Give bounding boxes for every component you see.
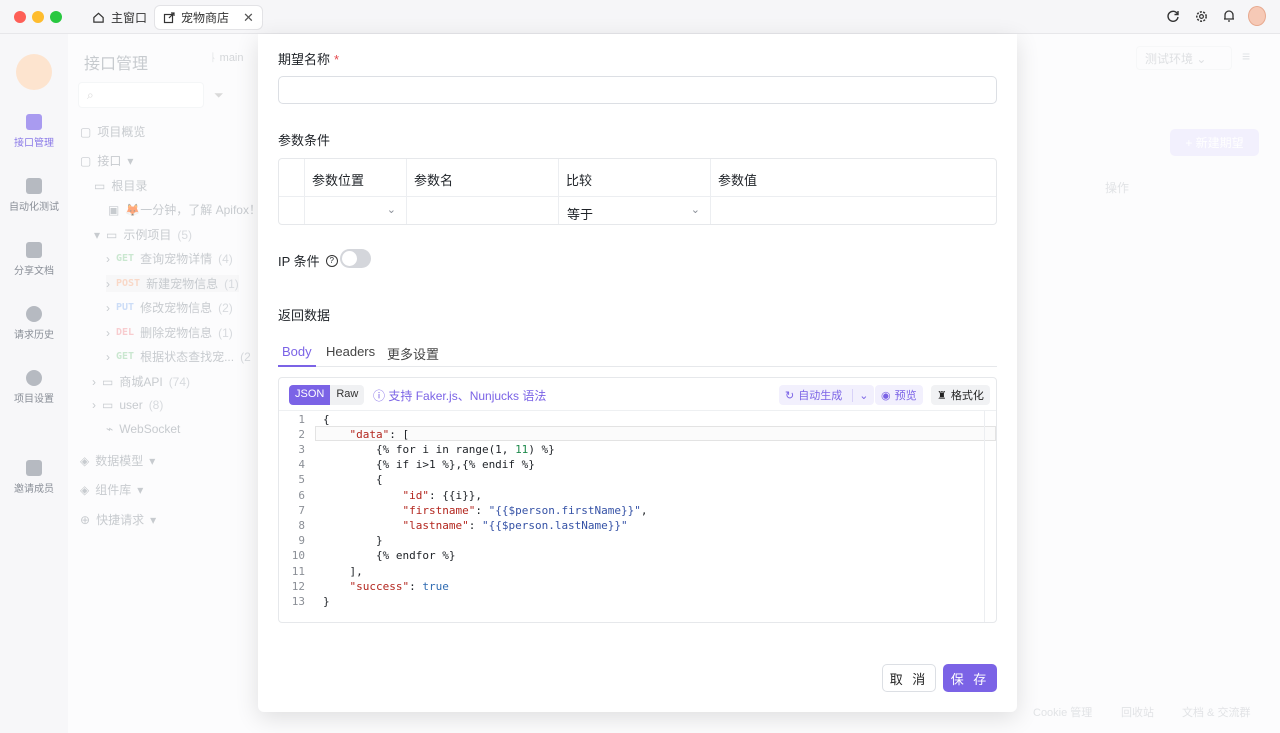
- clock-icon: [26, 306, 42, 322]
- tab-label: 宠物商店: [181, 11, 230, 25]
- add-user-icon: [26, 460, 42, 476]
- line-number: 3: [298, 443, 305, 456]
- tab-main-window[interactable]: 主窗口: [84, 5, 155, 30]
- code-line: {: [323, 413, 330, 426]
- rail-item-api-management[interactable]: 接口管理: [0, 114, 68, 149]
- rail-item-request-history[interactable]: 请求历史: [0, 306, 68, 341]
- tab-pet-store[interactable]: 宠物商店 ✕: [154, 5, 263, 30]
- external-link-icon: [163, 11, 175, 23]
- code-line: "success": true: [349, 580, 449, 593]
- chevron-down-icon: ⌄: [386, 204, 396, 216]
- response-tabs: Body Headers 更多设置: [278, 340, 997, 367]
- ip-condition-toggle[interactable]: [340, 249, 371, 268]
- help-icon: ⓘ: [373, 389, 386, 403]
- line-number: 5: [298, 473, 305, 486]
- header-param-value: 参数值: [718, 173, 758, 188]
- line-number: 4: [298, 458, 305, 471]
- param-conditions-label: 参数条件: [278, 133, 331, 148]
- code-line: "data": [: [349, 428, 410, 441]
- rail-item-automation-test[interactable]: 自动化测试: [0, 178, 68, 213]
- tab-headers[interactable]: Headers: [326, 344, 375, 359]
- mode-raw-button[interactable]: Raw: [330, 385, 365, 405]
- code-line: }: [323, 534, 383, 547]
- title-bar: 主窗口 宠物商店 ✕: [0, 0, 1280, 34]
- code-line: }: [323, 595, 330, 608]
- code-line: {% for i in range(1, 11) %}: [323, 443, 555, 456]
- param-value-input[interactable]: [711, 197, 996, 224]
- minimize-window-button[interactable]: [32, 11, 44, 23]
- format-button[interactable]: ♜ 格式化: [931, 385, 990, 405]
- close-tab-icon[interactable]: ✕: [243, 10, 254, 26]
- user-avatar[interactable]: [1248, 6, 1266, 26]
- brush-icon: ♜: [937, 389, 947, 402]
- refresh-icon: ↻: [785, 389, 795, 402]
- expectation-name-label: 期望名称 *: [278, 52, 340, 67]
- refresh-icon[interactable]: [1164, 7, 1182, 25]
- help-icon[interactable]: ?: [325, 254, 338, 267]
- current-line-highlight: [315, 426, 996, 441]
- book-icon: [26, 242, 42, 258]
- apifox-logo: [16, 54, 52, 90]
- home-icon: [93, 12, 104, 23]
- mode-switch: JSON Raw: [289, 385, 365, 405]
- code-line: {% if i>1 %},{% endif %}: [323, 458, 535, 471]
- chevron-down-icon[interactable]: ⌄: [852, 388, 868, 402]
- header-param-name: 参数名: [414, 173, 454, 188]
- tab-body[interactable]: Body: [282, 344, 312, 359]
- editor-toolbar: JSON Raw ⓘ 支持 Faker.js、Nunjucks 语法 ↻ 自动生…: [279, 378, 996, 411]
- line-number: 1: [298, 413, 305, 426]
- code-line: "lastname": "{{$person.lastName}}": [402, 519, 628, 532]
- close-window-button[interactable]: [14, 11, 26, 23]
- eye-icon: ◉: [881, 389, 891, 402]
- left-rail: 接口管理 自动化测试 分享文档 请求历史 项目设置 邀请成员: [0, 34, 68, 733]
- header-compare: 比较: [566, 173, 593, 188]
- line-number: 13: [291, 595, 305, 608]
- active-tab-indicator: [278, 365, 316, 367]
- line-number: 11: [291, 565, 305, 578]
- cancel-button[interactable]: 取 消: [882, 664, 936, 692]
- save-button[interactable]: 保 存: [943, 664, 997, 692]
- header-param-position: 参数位置: [312, 173, 365, 188]
- api-icon: [26, 114, 42, 130]
- line-number: 9: [298, 534, 305, 547]
- line-number: 12: [291, 580, 305, 593]
- line-number: 6: [298, 489, 305, 502]
- line-number: 7: [298, 504, 305, 517]
- code-line: {% endfor %}: [323, 549, 456, 562]
- code-line: {: [323, 473, 383, 486]
- preview-button[interactable]: ◉ 预览: [875, 385, 923, 405]
- compare-select[interactable]: 等于 ⌄: [559, 197, 710, 224]
- bell-icon[interactable]: [1220, 7, 1238, 25]
- auto-generate-button[interactable]: ↻ 自动生成 ⌄: [779, 385, 875, 405]
- automation-icon: [26, 178, 42, 194]
- param-conditions-table: 参数位置 参数名 比较 参数值 ⌄ 等于 ⌄: [278, 158, 997, 225]
- chevron-down-icon: ⌄: [690, 204, 700, 216]
- expectation-name-input[interactable]: [278, 76, 997, 104]
- mode-json-button[interactable]: JSON: [289, 385, 331, 405]
- rail-item-invite-members[interactable]: 邀请成员: [0, 460, 68, 495]
- line-number: 10: [291, 549, 305, 562]
- rail-item-project-settings[interactable]: 项目设置: [0, 370, 68, 405]
- line-number: 8: [298, 519, 305, 532]
- settings-icon: [26, 370, 42, 386]
- expectation-modal: 期望名称 * 参数条件 参数位置 参数名 比较 参数值 ⌄ 等于 ⌄ IP 条件 …: [258, 34, 1017, 712]
- tab-label: 主窗口: [111, 11, 148, 25]
- gear-icon[interactable]: [1192, 7, 1210, 25]
- tab-more-settings[interactable]: 更多设置: [387, 344, 439, 363]
- rail-item-share-docs[interactable]: 分享文档: [0, 242, 68, 277]
- response-body-editor: JSON Raw ⓘ 支持 Faker.js、Nunjucks 语法 ↻ 自动生…: [278, 377, 997, 623]
- code-line: "id": {{i}},: [402, 489, 482, 502]
- maximize-window-button[interactable]: [50, 11, 62, 23]
- param-position-select[interactable]: ⌄: [305, 197, 406, 224]
- code-line: ],: [323, 565, 363, 578]
- editor-scrollbar[interactable]: [984, 411, 985, 622]
- return-data-label: 返回数据: [278, 308, 331, 323]
- code-line: "firstname": "{{$person.firstName}}",: [402, 504, 648, 517]
- line-number: 2: [298, 428, 305, 441]
- param-name-input[interactable]: [407, 197, 558, 224]
- syntax-hint-link[interactable]: ⓘ 支持 Faker.js、Nunjucks 语法: [373, 387, 546, 404]
- ip-condition-label: IP 条件 ?: [278, 251, 338, 270]
- code-area[interactable]: 1 2 3 4 5 6 7 8 9 10 11 12 13 { "data": …: [279, 411, 996, 622]
